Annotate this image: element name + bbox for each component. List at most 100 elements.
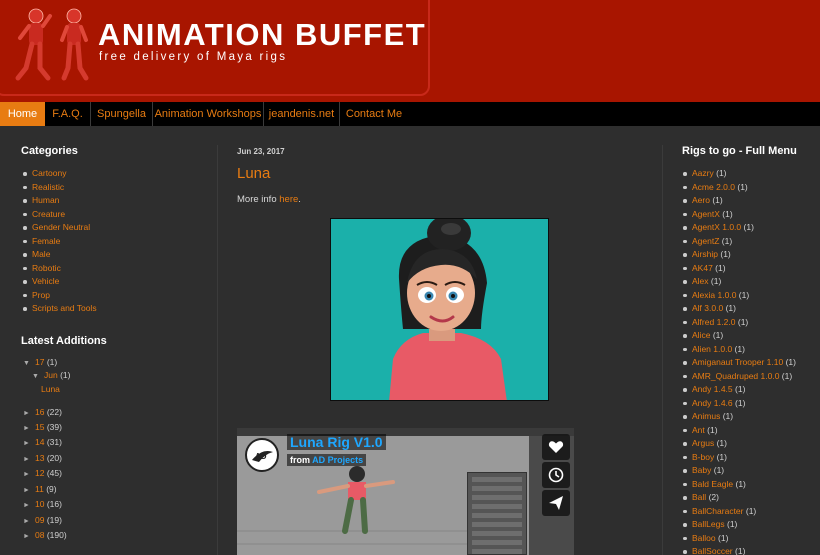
like-button[interactable]	[542, 434, 570, 460]
nav-home[interactable]: Home	[0, 102, 45, 126]
rig-item[interactable]: Ball (2)	[682, 491, 820, 505]
rig-item[interactable]: Airship (1)	[682, 248, 820, 262]
archive-year[interactable]: ► 11 (9)	[23, 484, 57, 494]
archive-year[interactable]: ► 15 (39)	[23, 422, 62, 432]
rig-name[interactable]: Amiganaut Trooper 1.10	[692, 357, 783, 367]
rig-item[interactable]: AgentZ (1)	[682, 235, 820, 249]
category-item[interactable]: Male	[21, 248, 211, 262]
rig-item[interactable]: BallSoccer (1)	[682, 545, 820, 555]
rig-name[interactable]: AMR_Quadruped 1.0.0	[692, 371, 779, 381]
rig-item[interactable]: Alexia 1.0.0 (1)	[682, 289, 820, 303]
rig-item[interactable]: AK47 (1)	[682, 262, 820, 276]
category-item[interactable]: Gender Neutral	[21, 221, 211, 235]
rig-item[interactable]: Acme 2.0.0 (1)	[682, 181, 820, 195]
rig-name[interactable]: AK47	[692, 263, 713, 273]
collapsed-triangle-icon[interactable]: ►	[23, 533, 35, 540]
rig-name[interactable]: Andy 1.4.5	[692, 384, 733, 394]
rig-item[interactable]: Baby (1)	[682, 464, 820, 478]
rig-name[interactable]: Argus	[692, 438, 714, 448]
category-item[interactable]: Vehicle	[21, 275, 211, 289]
watch-later-button[interactable]	[542, 462, 570, 488]
rig-item[interactable]: Aero (1)	[682, 194, 820, 208]
rig-item[interactable]: Ant (1)	[682, 424, 820, 438]
rig-item[interactable]: Balloo (1)	[682, 532, 820, 546]
archive-month-open[interactable]: ▼ Jun (1)	[32, 370, 70, 380]
rig-item[interactable]: BallCharacter (1)	[682, 505, 820, 519]
rig-name[interactable]: AgentX	[692, 209, 720, 219]
archive-year[interactable]: ► 12 (45)	[23, 468, 62, 478]
expand-triangle-icon[interactable]: ▼	[23, 360, 35, 367]
rig-name[interactable]: Balloo	[692, 533, 716, 543]
more-info-link[interactable]: here	[279, 194, 298, 205]
video-channel-link[interactable]: AD Projects	[312, 455, 363, 465]
rig-item[interactable]: BallLegs (1)	[682, 518, 820, 532]
rig-item[interactable]: Andy 1.4.5 (1)	[682, 383, 820, 397]
nav-jeandenis[interactable]: jeandenis.net	[264, 102, 340, 126]
rig-name[interactable]: Aero	[692, 195, 710, 205]
site-title[interactable]: ANIMATION BUFFET	[98, 17, 426, 53]
rig-name[interactable]: Airship	[692, 249, 718, 259]
rig-item[interactable]: Alf 3.0.0 (1)	[682, 302, 820, 316]
collapsed-triangle-icon[interactable]: ►	[23, 425, 35, 432]
rig-name[interactable]: Aazry	[692, 168, 714, 178]
nav-faq[interactable]: F.A.Q.	[45, 102, 91, 126]
channel-logo[interactable]: AD	[245, 438, 279, 472]
rig-name[interactable]: Alexia 1.0.0	[692, 290, 736, 300]
rig-name[interactable]: AgentZ	[692, 236, 719, 246]
category-item[interactable]: Realistic	[21, 181, 211, 195]
rig-item[interactable]: AMR_Quadruped 1.0.0 (1)	[682, 370, 820, 384]
category-item[interactable]: Prop	[21, 289, 211, 303]
rig-item[interactable]: B-boy (1)	[682, 451, 820, 465]
category-item[interactable]: Human	[21, 194, 211, 208]
rig-name[interactable]: Alfred 1.2.0	[692, 317, 735, 327]
collapsed-triangle-icon[interactable]: ►	[23, 518, 35, 525]
nav-spungella[interactable]: Spungella	[91, 102, 153, 126]
nav-contact-me[interactable]: Contact Me	[340, 102, 408, 126]
rig-name[interactable]: AgentX 1.0.0	[692, 222, 741, 232]
rig-name[interactable]: BallSoccer	[692, 546, 733, 555]
rig-name[interactable]: Alien 1.0.0	[692, 344, 732, 354]
archive-year[interactable]: ► 10 (16)	[23, 499, 62, 509]
archive-post-link[interactable]: Luna	[41, 384, 60, 394]
rig-item[interactable]: Alfred 1.2.0 (1)	[682, 316, 820, 330]
rig-item[interactable]: Alice (1)	[682, 329, 820, 343]
rig-name[interactable]: Ant	[692, 425, 705, 435]
rig-item[interactable]: Animus (1)	[682, 410, 820, 424]
expand-triangle-icon[interactable]: ▼	[32, 373, 44, 380]
post-title[interactable]: Luna	[237, 165, 270, 182]
video-title[interactable]: Luna Rig V1.0	[287, 434, 386, 450]
collapsed-triangle-icon[interactable]: ►	[23, 456, 35, 463]
archive-year[interactable]: ► 14 (31)	[23, 437, 62, 447]
category-item[interactable]: Creature	[21, 208, 211, 222]
rig-name[interactable]: Alice	[692, 330, 710, 340]
rig-name[interactable]: Ball	[692, 492, 706, 502]
category-item[interactable]: Cartoony	[21, 167, 211, 181]
category-item[interactable]: Female	[21, 235, 211, 249]
video-embed[interactable]: AD Luna Rig V1.0 from AD Projects	[237, 428, 574, 555]
rig-name[interactable]: Andy 1.4.6	[692, 398, 733, 408]
rig-name[interactable]: Acme 2.0.0	[692, 182, 735, 192]
share-button[interactable]	[542, 490, 570, 516]
rig-name[interactable]: BallLegs	[692, 519, 725, 529]
collapsed-triangle-icon[interactable]: ►	[23, 471, 35, 478]
rig-item[interactable]: Amiganaut Trooper 1.10 (1)	[682, 356, 820, 370]
rig-name[interactable]: Animus	[692, 411, 720, 421]
archive-year[interactable]: ► 13 (20)	[23, 453, 62, 463]
rig-item[interactable]: Alex (1)	[682, 275, 820, 289]
rig-name[interactable]: Baby	[692, 465, 711, 475]
collapsed-triangle-icon[interactable]: ►	[23, 440, 35, 447]
collapsed-triangle-icon[interactable]: ►	[23, 410, 35, 417]
rig-item[interactable]: Andy 1.4.6 (1)	[682, 397, 820, 411]
rig-item[interactable]: Alien 1.0.0 (1)	[682, 343, 820, 357]
archive-year[interactable]: ► 16 (22)	[23, 407, 62, 417]
category-item[interactable]: Scripts and Tools	[21, 302, 211, 316]
collapsed-triangle-icon[interactable]: ►	[23, 487, 35, 494]
rig-name[interactable]: Bald Eagle	[692, 479, 733, 489]
archive-year-open[interactable]: ▼ 17 (1)	[23, 357, 57, 367]
rig-item[interactable]: AgentX (1)	[682, 208, 820, 222]
collapsed-triangle-icon[interactable]: ►	[23, 502, 35, 509]
category-item[interactable]: Robotic	[21, 262, 211, 276]
archive-year[interactable]: ► 09 (19)	[23, 515, 62, 525]
rig-item[interactable]: Bald Eagle (1)	[682, 478, 820, 492]
rig-item[interactable]: Argus (1)	[682, 437, 820, 451]
